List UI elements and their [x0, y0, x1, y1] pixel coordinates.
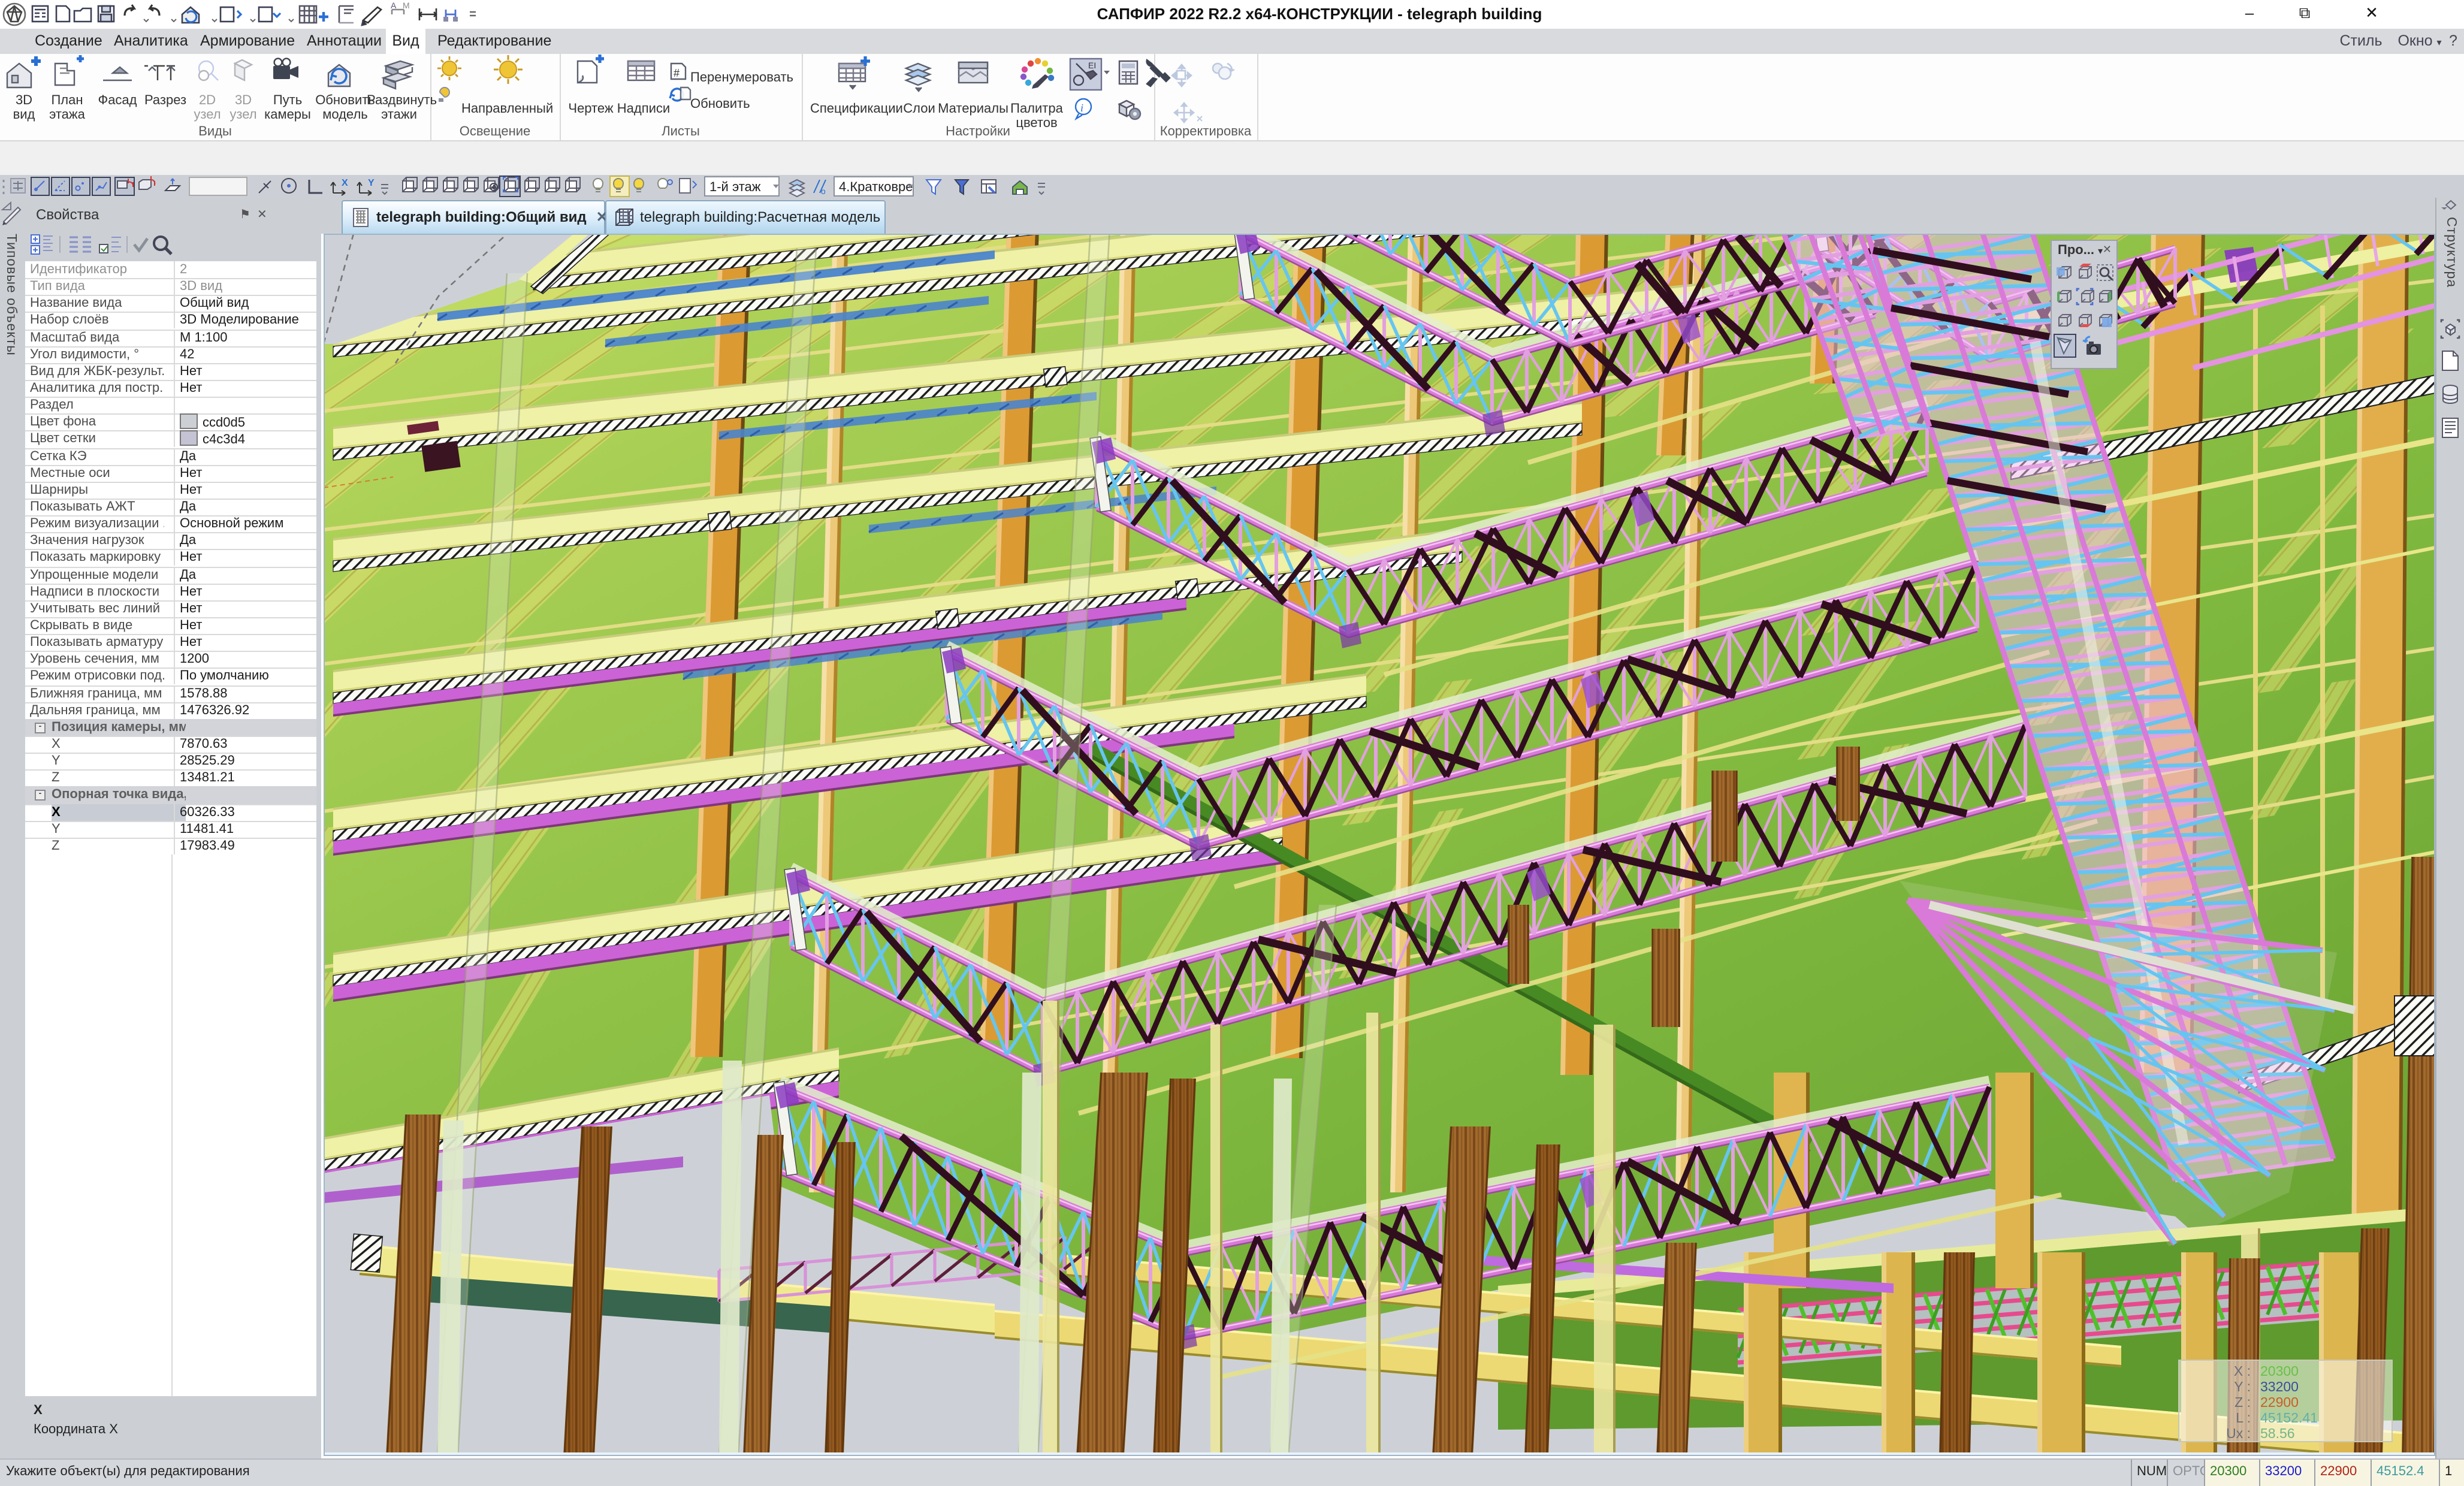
svg-text:Z :: Z : [2234, 1394, 2251, 1410]
svg-text:1-й этаж: 1-й этаж [709, 179, 761, 194]
svg-text:EI: EI [1088, 61, 1096, 70]
svg-text:20300: 20300 [2260, 1363, 2299, 1379]
svg-text:L :: L : [2236, 1410, 2251, 1425]
svg-text:X: X [342, 178, 348, 188]
svg-text:Y: Y [368, 178, 375, 188]
svg-text:i: i [1080, 102, 1083, 114]
svg-text:X :: X : [2234, 1363, 2251, 1379]
svg-text:Ux :: Ux : [2226, 1425, 2251, 1441]
svg-text:M: M [403, 1, 410, 10]
svg-text:45152.41: 45152.41 [2260, 1410, 2318, 1425]
svg-text:A: A [391, 1, 397, 10]
svg-text:22900: 22900 [2260, 1394, 2299, 1410]
svg-text:58.56: 58.56 [2260, 1425, 2295, 1441]
svg-text:33200: 33200 [2260, 1379, 2299, 1394]
svg-text:o: o [821, 186, 826, 196]
svg-text:#: # [674, 67, 680, 79]
svg-text:4.Кратковре: 4.Кратковре [839, 179, 913, 194]
svg-text:Y :: Y : [2234, 1379, 2251, 1394]
